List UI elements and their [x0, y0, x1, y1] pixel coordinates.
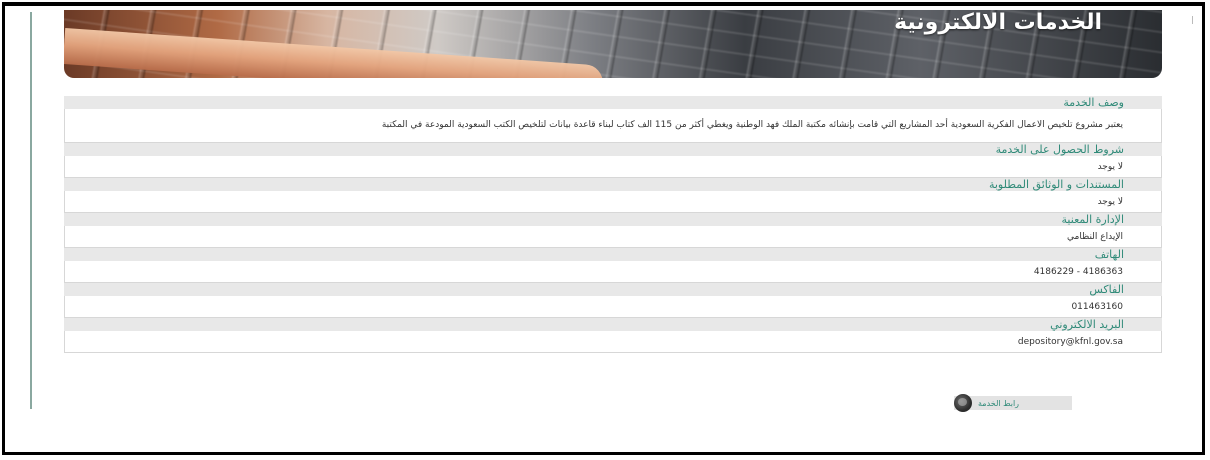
- fax-number: 011463160: [1071, 301, 1123, 312]
- right-tick: [1192, 16, 1193, 24]
- section-title: الإدارة المعنية: [64, 213, 1162, 226]
- service-link-button[interactable]: رابط الخدمة: [954, 394, 1072, 412]
- section-title: وصف الخدمة: [64, 96, 1162, 109]
- section-department: الإدارة المعنية الإيداع النظامي: [64, 213, 1162, 248]
- section-title: شروط الحصول على الخدمة: [64, 143, 1162, 156]
- left-rule: [30, 12, 32, 409]
- section-fax: الفاكس 011463160: [64, 283, 1162, 318]
- section-body: لا يوجد: [64, 156, 1162, 178]
- email-address[interactable]: depository@kfnl.gov.sa: [1018, 337, 1123, 347]
- section-body: depository@kfnl.gov.sa: [64, 331, 1162, 353]
- phone-number: 4186363 - 4186229: [1033, 266, 1123, 277]
- service-link-label: رابط الخدمة: [978, 398, 1020, 408]
- section-documents: المستندات و الوثائق المطلوبة لا يوجد: [64, 178, 1162, 213]
- banner-title: الخدمات الالكترونية: [894, 10, 1102, 35]
- section-body: 011463160: [64, 296, 1162, 318]
- section-title: البريد الالكتروني: [64, 318, 1162, 331]
- section-body: الإيداع النظامي: [64, 226, 1162, 248]
- section-conditions: شروط الحصول على الخدمة لا يوجد: [64, 143, 1162, 178]
- content: الخدمات الالكترونية وصف الخدمة يعتبر مشر…: [64, 10, 1162, 353]
- services-banner: الخدمات الالكترونية: [64, 10, 1162, 78]
- section-description: وصف الخدمة يعتبر مشروع تلخيص الاعمال الف…: [64, 96, 1162, 143]
- service-details: وصف الخدمة يعتبر مشروع تلخيص الاعمال الف…: [64, 96, 1162, 353]
- section-phone: الهاتف 4186363 - 4186229: [64, 248, 1162, 283]
- section-text: يعتبر مشروع تلخيص الاعمال الفكرية السعود…: [381, 120, 1123, 130]
- section-text: الإيداع النظامي: [1067, 231, 1123, 242]
- section-email: البريد الالكتروني depository@kfnl.gov.sa: [64, 318, 1162, 353]
- section-body: يعتبر مشروع تلخيص الاعمال الفكرية السعود…: [64, 109, 1162, 143]
- section-text: لا يوجد: [1097, 161, 1123, 172]
- section-title: الهاتف: [64, 248, 1162, 261]
- globe-icon: [954, 394, 972, 412]
- section-text: لا يوجد: [1097, 196, 1123, 207]
- section-title: الفاكس: [64, 283, 1162, 296]
- section-body: لا يوجد: [64, 191, 1162, 213]
- section-body: 4186363 - 4186229: [64, 261, 1162, 283]
- section-title: المستندات و الوثائق المطلوبة: [64, 178, 1162, 191]
